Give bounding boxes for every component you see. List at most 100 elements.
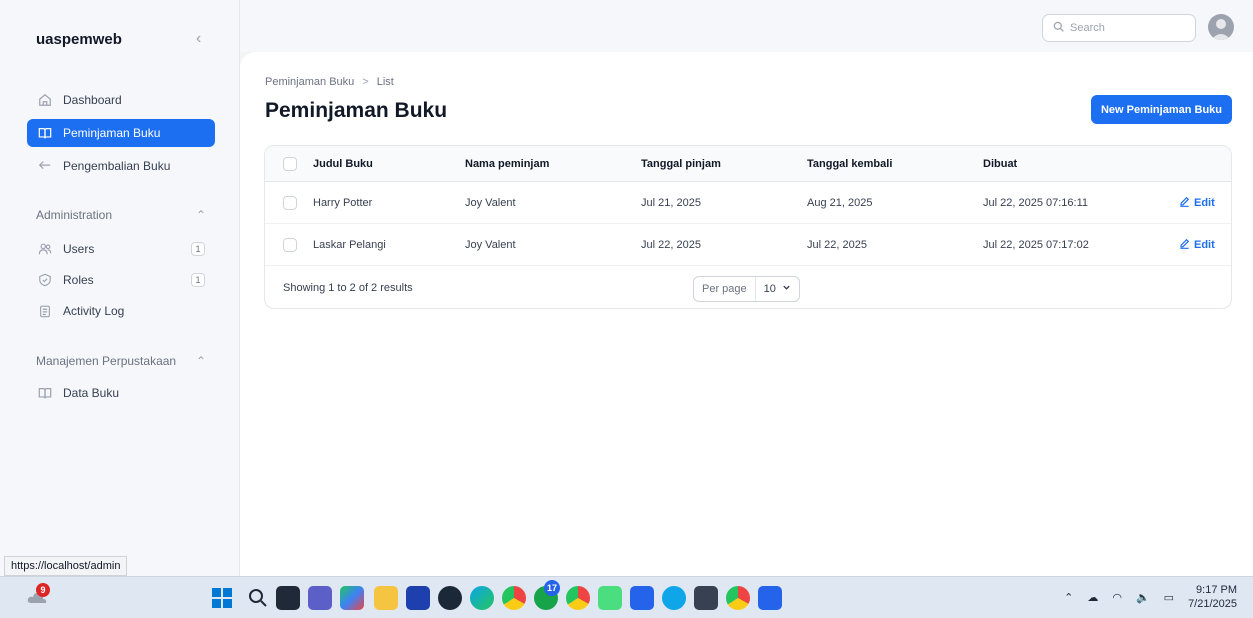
sidebar-item-data-buku[interactable]: Data Buku [27,379,215,407]
return-arrow-icon [37,158,53,174]
sidebar-item-dashboard[interactable]: Dashboard [27,86,215,114]
table-header-row: Judul Buku Nama peminjam Tanggal pinjam … [265,146,1231,182]
wifi-icon[interactable]: ◠ [1112,591,1122,604]
avatar[interactable] [1208,14,1234,40]
sidebar-item-pengembalian-buku[interactable]: Pengembalian Buku [27,152,215,180]
steam-icon[interactable] [438,586,462,610]
teams-icon[interactable] [308,586,332,610]
file-explorer-icon[interactable] [374,586,398,610]
search-placeholder: Search [1070,22,1105,34]
chevron-up-icon[interactable]: ⌃ [1064,591,1073,604]
onedrive-icon[interactable]: ☁ [1087,591,1098,604]
terminal-icon[interactable] [694,586,718,610]
docker-icon[interactable] [662,586,686,610]
sidebar-item-users[interactable]: Users 1 [27,235,215,263]
chrome-icon[interactable] [502,586,526,610]
collapse-sidebar-button[interactable]: ‹ [196,30,201,48]
edit-icon [1179,196,1190,210]
cell-tanggal-pinjam: Jul 21, 2025 [641,196,701,209]
edit-button[interactable]: Edit [1179,224,1215,265]
clock-date: 7/21/2025 [1188,598,1237,610]
sidebar-item-label: Pengembalian Buku [63,159,171,173]
clock[interactable]: 9:17 PM 7/21/2025 [1188,583,1237,611]
system-tray: ⌃ ☁ ◠ 🔈 ▭ 9:17 PM 7/21/2025 [1064,583,1237,611]
column-header-judul-buku[interactable]: Judul Buku [313,146,373,181]
cell-tanggal-pinjam: Jul 22, 2025 [641,238,701,251]
notification-count-badge: 9 [36,583,50,597]
home-icon [37,92,53,108]
microsoft-store-icon[interactable] [406,586,430,610]
windows-start-icon[interactable] [210,586,234,610]
volume-muted-icon[interactable]: 🔈 [1136,591,1150,604]
whatsapp-badge: 17 [544,580,560,596]
sidebar-item-activity-log[interactable]: Activity Log [27,297,215,325]
weather-widget[interactable]: 9 [26,583,50,609]
per-page-select[interactable]: Per page 10 [693,276,800,302]
whatsapp-icon[interactable]: 17 [534,580,560,610]
cell-tanggal-kembali: Aug 21, 2025 [807,196,873,209]
row-checkbox[interactable] [283,195,297,210]
word-icon[interactable] [758,586,782,610]
group-label: Manajemen Perpustakaan [36,354,177,368]
chrome-profile-icon[interactable] [566,586,590,610]
taskbar-search-icon[interactable] [246,586,270,610]
sidebar-item-label: Users [63,242,95,256]
cell-judul-buku: Harry Potter [313,196,373,209]
per-page-value: 10 [763,283,776,295]
users-icon [37,241,53,257]
cell-tanggal-kembali: Jul 22, 2025 [807,238,867,251]
chevron-down-icon [782,283,791,295]
status-bar-url: https://localhost/admin [4,556,128,576]
cell-judul-buku: Laskar Pelangi [313,238,386,251]
search-icon [1053,21,1064,35]
per-page-label: Per page [694,277,756,301]
cell-nama-peminjam: Joy Valent [465,238,516,251]
column-header-tanggal-kembali[interactable]: Tanggal kembali [807,146,892,181]
group-label: Administration [36,208,113,222]
sidebar-item-roles[interactable]: Roles 1 [27,266,215,294]
column-header-nama-peminjam[interactable]: Nama peminjam [465,146,549,181]
new-peminjaman-button[interactable]: New Peminjaman Buku [1091,95,1232,124]
edit-label: Edit [1194,196,1215,209]
count-badge: 1 [191,273,205,287]
sidebar-item-label: Peminjaman Buku [63,126,161,140]
pagination-summary: Showing 1 to 2 of 2 results [283,282,413,294]
notepad-icon[interactable] [598,586,622,610]
search-input[interactable]: Search [1042,14,1196,42]
edge-icon[interactable] [470,586,494,610]
group-manajemen-perpustakaan[interactable]: Manajemen Perpustakaan ⌃ [36,354,206,368]
sidebar-item-label: Activity Log [63,304,125,318]
clipboard-list-icon [37,303,53,319]
sidebar-item-label: Roles [63,273,94,287]
edit-icon [1179,238,1190,252]
vscode-icon[interactable] [630,586,654,610]
chevron-up-icon: ⌃ [195,208,206,222]
sidebar-item-label: Dashboard [63,93,122,107]
brand-name[interactable]: uaspemweb [36,31,122,48]
peminjaman-table: Judul Buku Nama peminjam Tanggal pinjam … [264,145,1232,309]
cell-dibuat: Jul 22, 2025 07:17:02 [983,238,1089,251]
chrome-secondary-icon[interactable] [726,586,750,610]
cell-dibuat: Jul 22, 2025 07:16:11 [983,196,1088,209]
count-badge: 1 [191,242,205,256]
row-checkbox[interactable] [283,237,297,252]
edit-button[interactable]: Edit [1179,182,1215,223]
book-open-icon [37,385,53,401]
select-all-checkbox[interactable] [283,156,297,171]
column-header-tanggal-pinjam[interactable]: Tanggal pinjam [641,146,721,181]
task-view-icon[interactable] [276,586,300,610]
battery-icon[interactable]: ▭ [1164,591,1174,604]
sidebar-item-label: Data Buku [63,386,120,400]
copilot-icon[interactable] [340,586,364,610]
taskbar: 9 17 ⌃ ☁ ◠ 🔈 ▭ 9:17 PM 7/21/2025 [0,576,1253,618]
breadcrumb-item-list: List [376,76,394,88]
breadcrumb-item-peminjaman-buku[interactable]: Peminjaman Buku [265,76,354,88]
page-title: Peminjaman Buku [265,99,448,122]
table-footer: Showing 1 to 2 of 2 results Per page 10 [265,266,1231,308]
main-content: Peminjaman Buku > List Peminjaman Buku N… [240,52,1253,576]
sidebar-item-peminjaman-buku[interactable]: Peminjaman Buku [27,119,215,147]
group-administration[interactable]: Administration ⌃ [36,208,206,222]
table-row[interactable]: Laskar Pelangi Joy Valent Jul 22, 2025 J… [265,224,1231,266]
table-row[interactable]: Harry Potter Joy Valent Jul 21, 2025 Aug… [265,182,1231,224]
column-header-dibuat[interactable]: Dibuat [983,146,1017,181]
